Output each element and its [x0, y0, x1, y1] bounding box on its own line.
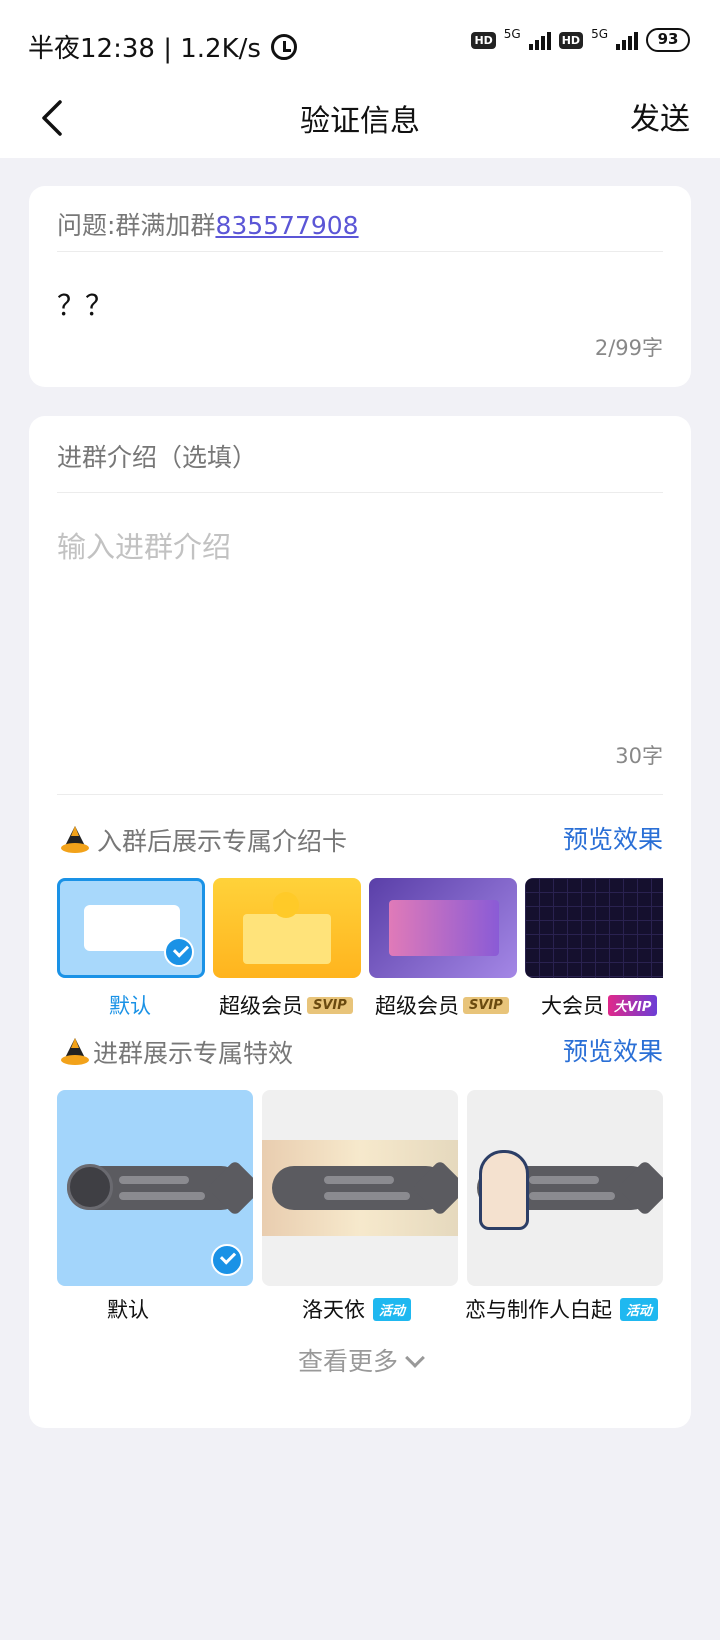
intro-char-count: 30字 — [615, 744, 663, 768]
answer-input[interactable]: ？？ — [57, 284, 113, 324]
effect-luotianyi[interactable] — [262, 1090, 458, 1286]
activity-badge: 活动 — [620, 1297, 659, 1321]
selected-check-icon — [211, 1244, 243, 1276]
battery-icon: 93 — [646, 28, 690, 52]
effect-line — [119, 1176, 189, 1184]
effect-line — [529, 1192, 615, 1200]
intro-card-list[interactable] — [57, 878, 663, 978]
card-thumb-ornament — [273, 892, 299, 918]
hd-icon: HD — [471, 31, 496, 49]
network-type-1: 5G — [503, 27, 521, 41]
status-right: HD 5G HD 5G 93 — [471, 28, 690, 52]
character-figure — [479, 1150, 529, 1230]
intro-card-label-default: 默认 — [109, 994, 151, 1018]
question-card: 问题:群满加群835577908 ？？ 2/99字 — [29, 186, 691, 387]
effect-line — [529, 1176, 599, 1184]
intro-card: 进群介绍（选填） 输入进群介绍 30字 入群后展示专属介绍卡 预览效果 默认 超… — [29, 416, 691, 1428]
alarm-icon — [270, 33, 297, 60]
card-thumb — [243, 914, 331, 964]
divider — [57, 251, 663, 252]
crown-hat-icon — [61, 1038, 89, 1065]
hd-icon-2: HD — [558, 31, 584, 49]
divider — [57, 492, 663, 493]
effect-line — [119, 1192, 205, 1200]
effect-line — [324, 1192, 410, 1200]
effect-baiqi[interactable] — [467, 1090, 663, 1286]
intro-card-label-svip-2: 超级会员 SVIP — [375, 990, 509, 1020]
cards-section-header: 入群后展示专属介绍卡 预览效果 — [57, 820, 663, 860]
status-time: 半夜12:38 | 1.2K/s — [28, 34, 261, 64]
svip-badge: SVIP — [307, 996, 353, 1014]
intro-card-label-bigvip: 大会员 大VIP — [541, 990, 658, 1020]
avatar — [67, 1164, 113, 1210]
effect-label-baiqi: 恋与制作人白起 活动 — [465, 1294, 659, 1324]
cards-preview-link[interactable]: 预览效果 — [563, 820, 663, 856]
answer-char-count: 2/99字 — [594, 336, 663, 360]
status-bar: 半夜12:38 | 1.2K/s HD 5G HD 5G 93 — [0, 0, 720, 78]
intro-card-bigvip[interactable] — [525, 878, 663, 978]
card-thumb — [389, 900, 499, 956]
send-button[interactable]: 发送 — [630, 94, 690, 138]
signal-icon — [528, 30, 551, 50]
chevron-down-icon — [405, 1348, 425, 1368]
intro-card-default[interactable] — [57, 878, 205, 978]
nav-header: 验证信息 发送 — [0, 78, 720, 158]
group-number-link[interactable]: 835577908 — [215, 211, 358, 240]
intro-input[interactable]: 输入进群介绍 — [57, 524, 231, 566]
question-label: 问题:群满加群835577908 — [57, 206, 359, 242]
signal-icon-2 — [616, 30, 638, 50]
effect-label-default: 默认 — [107, 1298, 149, 1322]
network-type-2: 5G — [591, 27, 608, 41]
effects-preview-link[interactable]: 预览效果 — [563, 1032, 663, 1068]
effect-line — [324, 1176, 394, 1184]
intro-card-svip-2[interactable] — [369, 878, 517, 978]
svip-badge: SVIP — [463, 996, 509, 1014]
see-more-label: 查看更多 — [297, 1347, 398, 1376]
bigvip-badge: 大VIP — [608, 994, 658, 1016]
activity-badge: 活动 — [373, 1297, 412, 1321]
effects-section-header: 进群展示专属特效 预览效果 — [57, 1032, 663, 1072]
question-prefix: 问题:群满加群 — [57, 211, 216, 240]
effect-label-luotianyi: 洛天依 活动 — [302, 1294, 412, 1324]
effects-list[interactable] — [57, 1090, 663, 1286]
see-more-button[interactable]: 查看更多 — [29, 1342, 691, 1378]
crown-hat-icon — [61, 826, 89, 853]
selected-check-icon — [164, 937, 194, 967]
status-left: 半夜12:38 | 1.2K/s — [28, 28, 297, 65]
effects-section-title: 进群展示专属特效 — [93, 1039, 294, 1068]
intro-title: 进群介绍（选填） — [57, 443, 258, 472]
cards-section-title: 入群后展示专属介绍卡 — [97, 827, 348, 856]
intro-card-label-svip-1: 超级会员 SVIP — [219, 990, 353, 1020]
page-title: 验证信息 — [300, 104, 420, 139]
divider — [57, 794, 663, 795]
effect-default[interactable] — [57, 1090, 253, 1286]
intro-card-svip-1[interactable] — [213, 878, 361, 978]
effect-preview-bar — [272, 1166, 448, 1210]
